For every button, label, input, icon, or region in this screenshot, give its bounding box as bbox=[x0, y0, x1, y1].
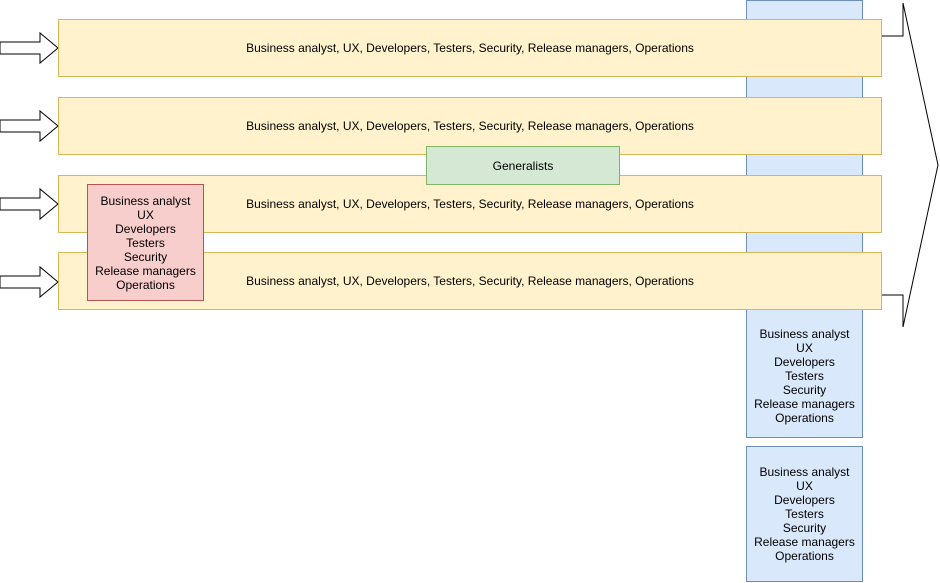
role-line: UX bbox=[796, 479, 813, 493]
blue-roles-box-2: Business analyst UX Developers Testers S… bbox=[746, 446, 863, 582]
role-line: Security bbox=[782, 521, 827, 535]
role-line: Developers bbox=[774, 355, 835, 369]
team-band-3-label: Business analyst, UX, Developers, Tester… bbox=[246, 197, 694, 211]
role-line: Business analyst bbox=[759, 327, 850, 341]
role-line: Testers bbox=[785, 507, 824, 521]
role-line: Developers bbox=[115, 221, 176, 236]
role-line: Release managers bbox=[95, 263, 196, 278]
input-arrow-4 bbox=[0, 265, 59, 299]
team-band-2-label: Business analyst, UX, Developers, Tester… bbox=[246, 119, 694, 133]
specialist-roles-box: Business analyst UX Developers Testers S… bbox=[87, 184, 204, 301]
role-line: Release managers bbox=[754, 535, 855, 549]
role-line: Security bbox=[782, 383, 827, 397]
role-line: Operations bbox=[775, 549, 834, 563]
input-arrows bbox=[0, 31, 59, 299]
input-arrow-1 bbox=[0, 31, 59, 65]
team-band-1: Business analyst, UX, Developers, Tester… bbox=[58, 19, 882, 77]
role-line: UX bbox=[796, 341, 813, 355]
role-line: Operations bbox=[116, 277, 175, 292]
role-line: Release managers bbox=[754, 397, 855, 411]
role-line: Testers bbox=[126, 235, 165, 250]
generalists-box: Generalists bbox=[426, 146, 620, 185]
role-line: Security bbox=[123, 249, 168, 264]
role-line: Testers bbox=[785, 369, 824, 383]
role-line: Developers bbox=[774, 493, 835, 507]
role-line: Business analyst bbox=[759, 465, 850, 479]
role-line: Business analyst bbox=[100, 193, 191, 208]
blue-roles-box-1: Business analyst UX Developers Testers S… bbox=[746, 310, 863, 438]
input-arrow-3 bbox=[0, 187, 59, 221]
input-arrow-2 bbox=[0, 109, 59, 143]
team-band-4-label: Business analyst, UX, Developers, Tester… bbox=[246, 274, 694, 288]
team-band-1-label: Business analyst, UX, Developers, Tester… bbox=[246, 41, 694, 55]
generalists-label: Generalists bbox=[492, 158, 554, 173]
role-line: UX bbox=[137, 207, 154, 222]
role-line: Operations bbox=[775, 411, 834, 425]
